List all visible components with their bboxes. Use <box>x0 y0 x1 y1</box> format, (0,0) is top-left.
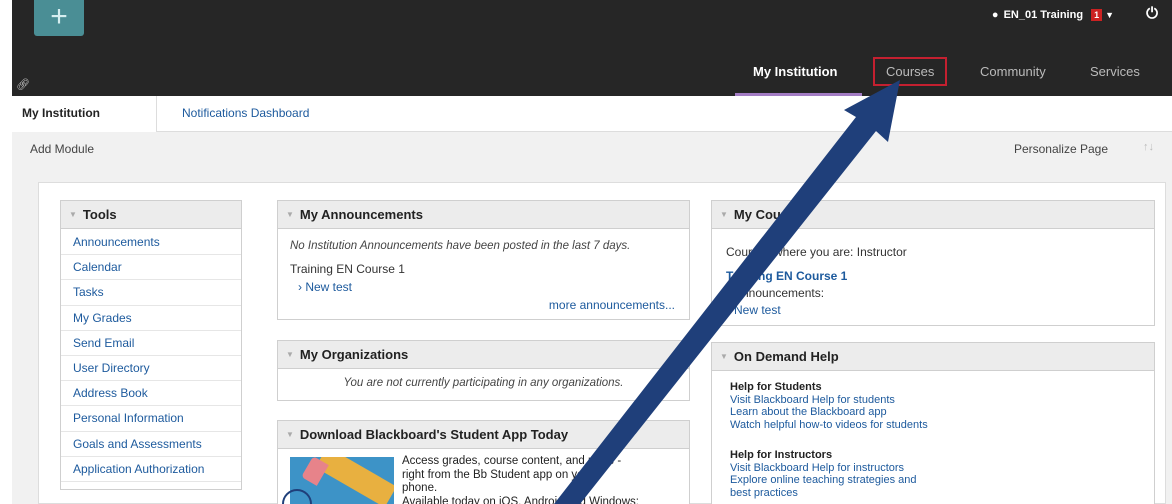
chevron-down-icon[interactable]: ▼ <box>1105 10 1114 20</box>
tab-community[interactable]: Community <box>962 46 1072 96</box>
instructor-help-section: Help for Instructors Visit Blackboard He… <box>712 431 1154 499</box>
app-line: Access grades, course content, and more … <box>402 455 622 467</box>
app-line: Available today on iOS, Android and Wind… <box>402 495 639 504</box>
user-menu[interactable]: ● EN_01 Training 1 ▼ <box>992 9 1114 21</box>
notification-badge[interactable]: 1 <box>1091 9 1103 21</box>
module-toolbar: Add Module Personalize Page ↑↓ <box>12 132 1172 172</box>
top-navigation-bar: + 🔗︎ ● EN_01 Training 1 ▼ ⏻︎ My Institut… <box>12 0 1172 96</box>
student-app-module: ▼ Download Blackboard's Student App Toda… <box>277 420 690 504</box>
tab-label: Community <box>980 63 1046 79</box>
collapse-triangle-icon[interactable]: ▼ <box>286 350 294 359</box>
link-icon: 🔗︎ <box>16 79 30 91</box>
tab-label: My Institution <box>753 63 838 79</box>
empty-message: No Institution Announcements have been p… <box>290 240 631 252</box>
power-icon[interactable]: ⏻︎ <box>1146 5 1158 22</box>
module-title: Download Blackboard's Student App Today <box>299 427 569 442</box>
main-tabs: My Institution Courses Community Service… <box>735 46 1172 96</box>
sub-navigation: My Institution Notifications Dashboard <box>12 96 1172 132</box>
pencil-icon <box>290 457 394 504</box>
tool-link[interactable]: Personal Information <box>61 406 241 432</box>
tab-courses[interactable]: Courses <box>862 46 962 96</box>
tool-link[interactable]: Tasks <box>61 280 241 306</box>
module-title: My Organizations <box>299 347 409 362</box>
module-header[interactable]: ▼ Download Blackboard's Student App Toda… <box>278 421 689 449</box>
add-module-button[interactable]: Add Module <box>30 142 94 156</box>
help-link[interactable]: Learn about the Blackboard app <box>730 406 1154 419</box>
module-title: On Demand Help <box>733 349 839 364</box>
tool-link[interactable]: Announcements <box>61 230 241 256</box>
module-header[interactable]: ▼ My Announcements <box>278 201 689 229</box>
announcements-label: Announcements: <box>734 286 825 300</box>
student-help-section: Help for Students Visit Blackboard Help … <box>712 371 1154 431</box>
app-line: phone. <box>402 482 438 494</box>
tab-my-institution[interactable]: My Institution <box>735 46 862 96</box>
on-demand-help-module: ▼ On Demand Help Help for Students Visit… <box>711 342 1155 504</box>
plus-icon[interactable]: + <box>34 0 84 36</box>
tool-link[interactable]: Address Book <box>61 381 241 407</box>
tool-link[interactable]: Calendar <box>61 255 241 281</box>
help-section-title: Help for Instructors <box>730 449 833 461</box>
tools-module: ▼ Tools Announcements Calendar Tasks My … <box>60 200 242 490</box>
more-announcements-link[interactable]: more announcements... <box>549 298 675 312</box>
personalize-page-button[interactable]: Personalize Page <box>1014 142 1108 156</box>
tool-link[interactable]: Goals and Assessments <box>61 432 241 457</box>
module-title: My Courses <box>733 207 808 222</box>
subtab-notifications-dashboard[interactable]: Notifications Dashboard <box>182 96 309 132</box>
module-header[interactable]: ▼ My Organizations <box>278 341 689 369</box>
module-header[interactable]: ▼ On Demand Help <box>712 343 1154 371</box>
reorder-icon[interactable]: ↑↓ <box>1143 141 1154 153</box>
module-header[interactable]: ▼ My Courses <box>712 201 1154 229</box>
course-link[interactable]: Training EN Course 1 <box>712 259 1154 283</box>
tool-link[interactable]: Application Authorization <box>61 457 241 482</box>
collapse-triangle-icon[interactable]: ▼ <box>69 210 77 219</box>
announcement-link[interactable]: › New test <box>278 276 689 294</box>
collapse-triangle-icon[interactable]: ▼ <box>286 210 294 219</box>
help-link[interactable]: Watch helpful how-to videos for students <box>730 419 1154 432</box>
app-line: right from the Bb Student app on your <box>402 468 594 481</box>
tab-label: Services <box>1090 63 1140 79</box>
tab-services[interactable]: Services <box>1072 46 1172 96</box>
tool-link[interactable]: Send Email <box>61 331 241 356</box>
my-courses-module: ▼ My Courses Courses where you are: Inst… <box>711 200 1155 326</box>
help-link[interactable]: Explore online teaching strategies and <box>730 474 1154 487</box>
help-link[interactable]: Visit Blackboard Help for instructors <box>730 462 1154 475</box>
help-link[interactable]: Visit Blackboard Help for students <box>730 394 1154 407</box>
tab-label: Courses <box>872 56 948 86</box>
collapse-triangle-icon[interactable]: ▼ <box>720 210 728 219</box>
user-icon: ● <box>991 9 999 21</box>
module-header[interactable]: ▼ Tools <box>61 201 241 229</box>
collapse-triangle-icon[interactable]: ▼ <box>720 352 728 361</box>
announcements-module: ▼ My Announcements No Institution Announ… <box>277 200 690 320</box>
user-name: EN_01 Training <box>1003 9 1084 21</box>
module-title: My Announcements <box>299 207 423 222</box>
app-description: Access grades, course content, and more … <box>402 455 682 504</box>
module-title: Tools <box>82 207 117 222</box>
announcement-link[interactable]: New test <box>712 300 1154 317</box>
collapse-triangle-icon[interactable]: ▼ <box>286 430 294 439</box>
tool-link[interactable]: User Directory <box>61 356 241 382</box>
tool-link[interactable]: My Grades <box>61 306 241 331</box>
organizations-module: ▼ My Organizations You are not currently… <box>277 340 690 401</box>
subtab-my-institution[interactable]: My Institution <box>12 96 157 132</box>
course-name: Training EN Course 1 <box>290 262 405 276</box>
empty-message: You are not currently participating in a… <box>343 377 624 389</box>
help-section-title: Help for Students <box>730 381 822 393</box>
help-link[interactable]: best practices <box>730 487 1154 500</box>
role-text: Courses where you are: Instructor <box>726 245 907 259</box>
tools-list: Announcements Calendar Tasks My Grades S… <box>61 229 241 482</box>
